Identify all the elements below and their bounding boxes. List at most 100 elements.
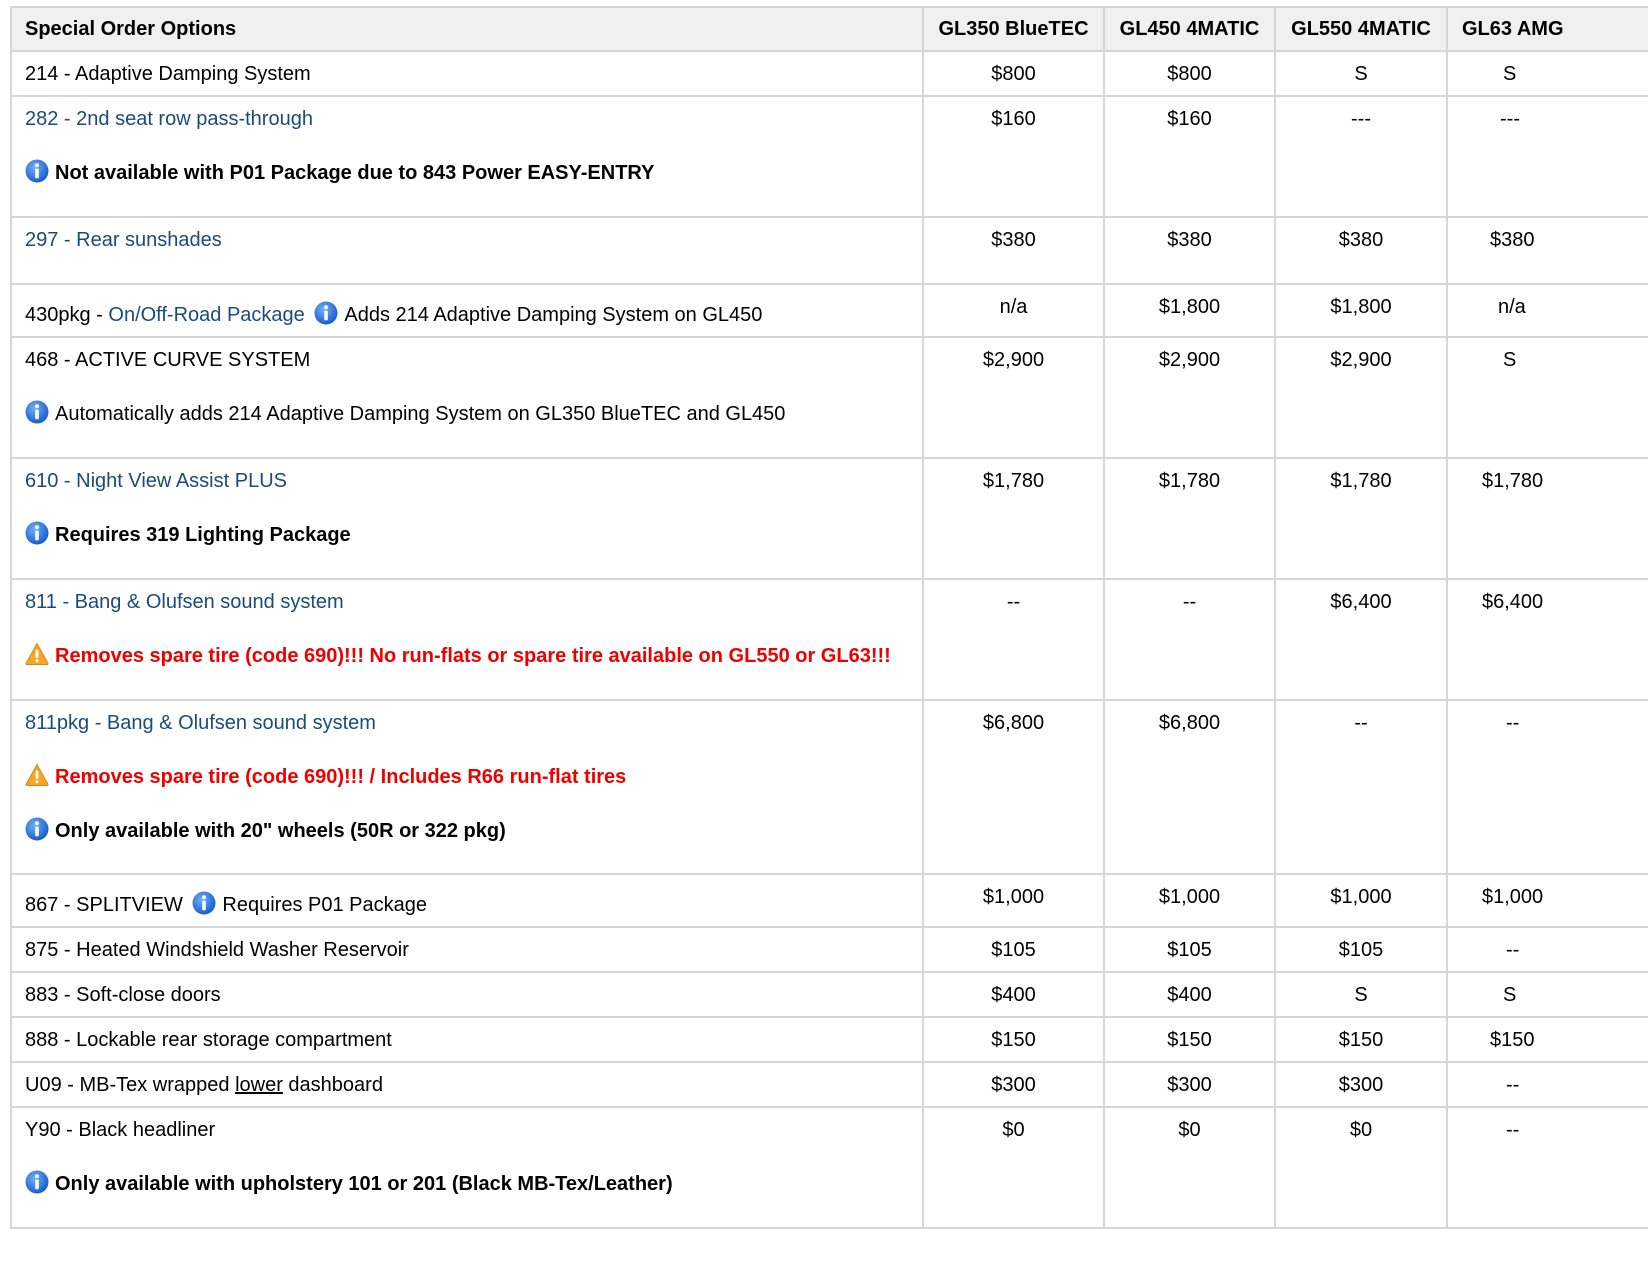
price-cell: $150 (1274, 1016, 1448, 1063)
price-cell: $400 (1103, 971, 1276, 1018)
price-cell: $380 (1103, 216, 1276, 285)
price-cell: $0 (1274, 1106, 1448, 1229)
table-row: 214 - Adaptive Damping System $800 $800 … (10, 50, 1648, 97)
price-cell: $160 (1103, 95, 1276, 218)
option-cell: 282 - 2nd seat row pass-through Not avai… (10, 95, 924, 218)
option-link[interactable]: On/Off-Road Package (108, 304, 304, 326)
header-gl550: GL550 4MATIC (1274, 6, 1448, 52)
price-cell: $105 (1274, 926, 1448, 973)
price-cell: $6,800 (922, 699, 1105, 875)
option-link[interactable]: 610 - Night View Assist PLUS (25, 469, 922, 493)
price-cell: $2,900 (922, 336, 1105, 459)
price-cell: $1,000 (1274, 873, 1448, 928)
price-cell: $6,800 (1103, 699, 1276, 875)
option-label: 875 - Heated Windshield Washer Reservoir (25, 939, 409, 961)
price-cell: $150 (1446, 1016, 1648, 1063)
info-icon (25, 159, 49, 183)
option-link[interactable]: 282 - 2nd seat row pass-through (25, 107, 922, 131)
table-row: 883 - Soft-close doors $400 $400 S S (10, 971, 1648, 1018)
option-note: Not available with P01 Package due to 84… (25, 159, 922, 185)
table-row: 430pkg - On/Off-Road Package Adds 214 Ad… (10, 283, 1648, 338)
option-cell: 875 - Heated Windshield Washer Reservoir (10, 926, 924, 973)
option-cell: 430pkg - On/Off-Road Package Adds 214 Ad… (10, 283, 924, 338)
option-cell: 811 - Bang & Olufsen sound system Remove… (10, 578, 924, 701)
price-cell: --- (1446, 95, 1648, 218)
price-cell: $1,780 (1274, 457, 1448, 580)
price-cell: $1,000 (1446, 873, 1648, 928)
price-cell: n/a (1446, 283, 1648, 338)
price-cell: -- (922, 578, 1105, 701)
price-cell: -- (1446, 1106, 1648, 1229)
price-cell: S (1274, 50, 1448, 97)
option-cell: 610 - Night View Assist PLUS Requires 31… (10, 457, 924, 580)
option-label: Y90 - Black headliner (25, 1119, 216, 1141)
option-cell: 811pkg - Bang & Olufsen sound system Rem… (10, 699, 924, 875)
price-cell: $0 (1103, 1106, 1276, 1229)
price-cell: S (1446, 50, 1648, 97)
info-icon (25, 1170, 49, 1194)
special-order-options-table: Special Order Options GL350 BlueTEC GL45… (10, 6, 1648, 1229)
price-cell: $380 (922, 216, 1105, 285)
price-cell: $800 (922, 50, 1105, 97)
info-icon (25, 400, 49, 424)
price-cell: S (1446, 971, 1648, 1018)
price-cell: -- (1274, 699, 1448, 875)
table-header-row: Special Order Options GL350 BlueTEC GL45… (10, 6, 1648, 52)
option-cell: Y90 - Black headliner Only available wit… (10, 1106, 924, 1229)
option-inline-note: Requires P01 Package (222, 894, 427, 916)
table-row: 888 - Lockable rear storage compartment … (10, 1016, 1648, 1063)
price-cell: $105 (1103, 926, 1276, 973)
option-link[interactable]: 811pkg - Bang & Olufsen sound system (25, 711, 922, 735)
option-warning: Removes spare tire (code 690)!!! No run-… (25, 642, 922, 668)
price-cell: -- (1446, 699, 1648, 875)
price-cell: $0 (922, 1106, 1105, 1229)
table-row: 811pkg - Bang & Olufsen sound system Rem… (10, 699, 1648, 875)
table-row: Y90 - Black headliner Only available wit… (10, 1106, 1648, 1229)
option-cell: 867 - SPLITVIEW Requires P01 Package (10, 873, 924, 928)
option-cell: 468 - ACTIVE CURVE SYSTEM Automatically … (10, 336, 924, 459)
option-link[interactable]: 297 - Rear sunshades (25, 229, 222, 251)
price-cell: $1,800 (1274, 283, 1448, 338)
price-cell: $1,780 (922, 457, 1105, 580)
option-label: 867 - SPLITVIEW (25, 894, 183, 916)
option-label: 883 - Soft-close doors (25, 984, 221, 1006)
option-cell: 214 - Adaptive Damping System (10, 50, 924, 97)
price-cell: $105 (922, 926, 1105, 973)
option-note: Only available with 20" wheels (50R or 3… (25, 817, 922, 843)
option-note: Automatically adds 214 Adaptive Damping … (25, 400, 922, 426)
price-cell: $800 (1103, 50, 1276, 97)
option-label: 888 - Lockable rear storage compartment (25, 1029, 392, 1051)
price-cell: $1,000 (1103, 873, 1276, 928)
header-gl63: GL63 AMG (1446, 6, 1648, 52)
price-cell: -- (1446, 1061, 1648, 1108)
price-cell: -- (1103, 578, 1276, 701)
info-icon (25, 817, 49, 841)
option-cell: 888 - Lockable rear storage compartment (10, 1016, 924, 1063)
price-cell: $380 (1446, 216, 1648, 285)
price-cell: $2,900 (1274, 336, 1448, 459)
price-cell: $1,780 (1446, 457, 1648, 580)
price-cell: S (1446, 336, 1648, 459)
price-cell: $150 (922, 1016, 1105, 1063)
price-cell: $1,780 (1103, 457, 1276, 580)
option-link[interactable]: 811 - Bang & Olufsen sound system (25, 590, 922, 614)
table-row: 468 - ACTIVE CURVE SYSTEM Automatically … (10, 336, 1648, 459)
table-row: 282 - 2nd seat row pass-through Not avai… (10, 95, 1648, 218)
price-cell: $300 (1103, 1061, 1276, 1108)
price-cell: S (1274, 971, 1448, 1018)
table-row: 297 - Rear sunshades $380 $380 $380 $380 (10, 216, 1648, 285)
option-cell: 297 - Rear sunshades (10, 216, 924, 285)
option-code: 430pkg - (25, 304, 109, 326)
header-option: Special Order Options (10, 6, 924, 52)
price-cell: n/a (922, 283, 1105, 338)
price-cell: -- (1446, 926, 1648, 973)
price-cell: $2,900 (1103, 336, 1276, 459)
price-cell: $1,000 (922, 873, 1105, 928)
price-cell: --- (1274, 95, 1448, 218)
price-cell: $380 (1274, 216, 1448, 285)
header-gl450: GL450 4MATIC (1103, 6, 1276, 52)
price-cell: $160 (922, 95, 1105, 218)
table-row: 811 - Bang & Olufsen sound system Remove… (10, 578, 1648, 701)
price-cell: $400 (922, 971, 1105, 1018)
price-cell: $6,400 (1446, 578, 1648, 701)
